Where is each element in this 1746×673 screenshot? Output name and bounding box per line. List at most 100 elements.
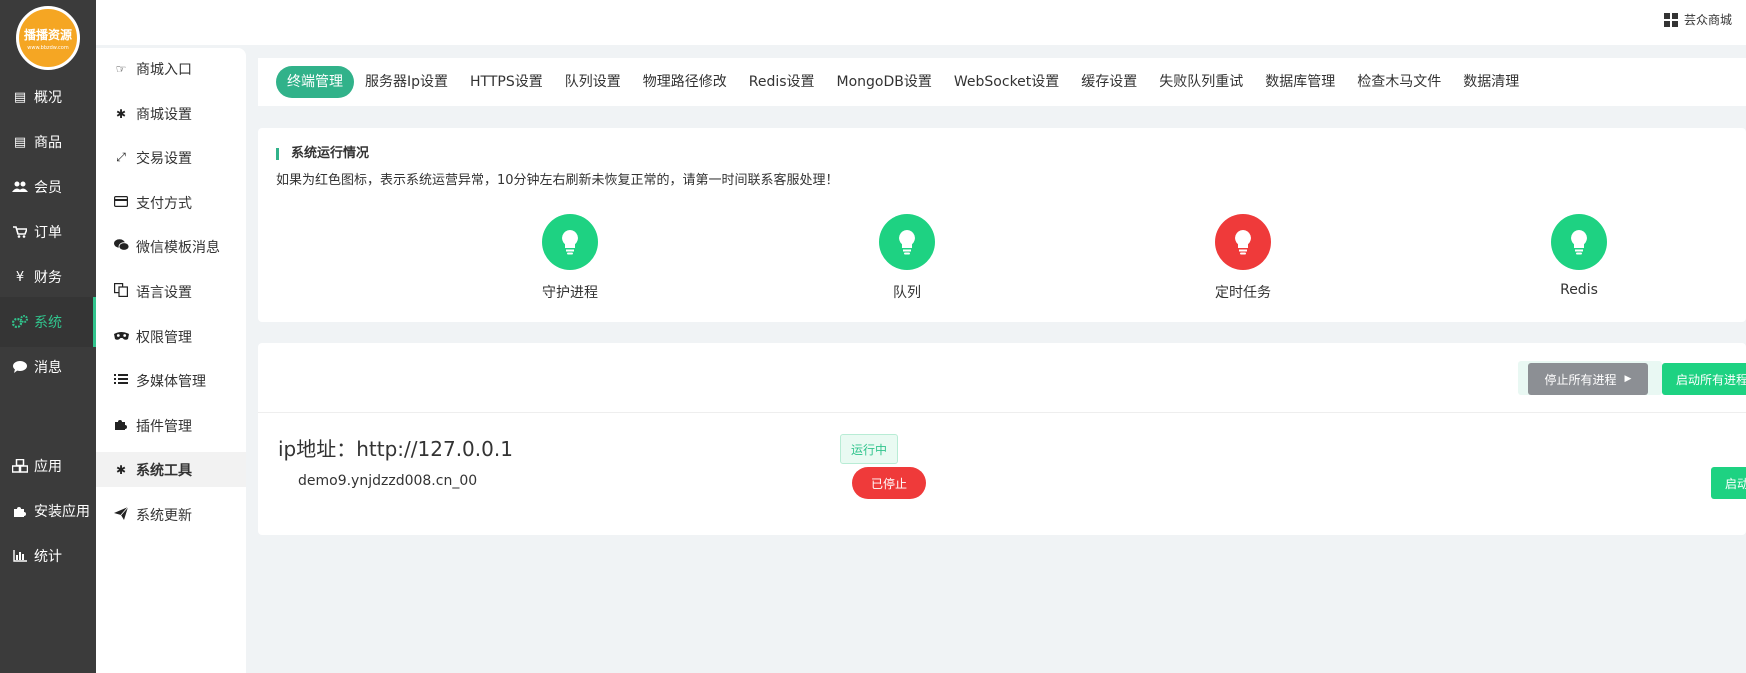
tab-database[interactable]: 数据库管理 <box>1254 66 1346 98</box>
tab-websocket[interactable]: WebSocket设置 <box>943 66 1070 98</box>
top-bar: 芸众商城 <box>96 0 1746 45</box>
compress-icon: ⤢ <box>116 150 126 164</box>
store-switcher[interactable]: 芸众商城 <box>1663 11 1732 28</box>
nav-label: 安装应用 <box>34 504 90 520</box>
ip-address: ip地址：http://127.0.0.1 <box>278 437 513 461</box>
status-cron: 定时任务 <box>1183 214 1303 302</box>
sub-item-label: 权限管理 <box>136 329 192 346</box>
chat-icon <box>12 361 28 373</box>
tab-data-cleanup[interactable]: 数据清理 <box>1452 66 1530 98</box>
nav-label: 订单 <box>34 225 62 241</box>
tab-queue[interactable]: 队列设置 <box>554 66 632 98</box>
logo-subtext: www.bbzdw.com <box>27 44 69 51</box>
puzzle-icon <box>12 504 28 518</box>
start-all-button[interactable]: 启动所有进程 <box>1662 363 1746 395</box>
status-label: Redis <box>1560 282 1598 298</box>
sub-item-system-update[interactable]: 系统更新 <box>96 497 246 532</box>
sub-item-payment[interactable]: 支付方式 <box>96 185 246 220</box>
status-title: 系统运行情况 <box>276 147 369 160</box>
nav-item-statistics[interactable]: 统计 <box>0 531 96 581</box>
nav-label: 系统 <box>34 315 62 331</box>
yen-icon: ¥ <box>15 269 25 285</box>
language-icon <box>114 283 128 300</box>
bar-chart-icon <box>12 550 28 562</box>
tab-terminal[interactable]: 终端管理 <box>276 66 354 98</box>
nav-item-install-apps[interactable]: 安装应用 <box>0 486 96 536</box>
tab-server-ip[interactable]: 服务器Ip设置 <box>354 66 459 98</box>
puzzle-icon <box>114 417 128 434</box>
sub-item-plugins[interactable]: 插件管理 <box>96 408 246 443</box>
nav-label: 商品 <box>34 135 62 151</box>
nav-label: 应用 <box>34 459 62 475</box>
sub-item-label: 商城入口 <box>136 61 192 78</box>
sub-item-label: 微信模板消息 <box>136 239 220 256</box>
sub-item-wechat-template[interactable]: 微信模板消息 <box>96 229 246 264</box>
status-daemon: 守护进程 <box>510 214 630 302</box>
nav-item-orders[interactable]: 订单 <box>0 207 96 257</box>
sub-item-language[interactable]: 语言设置 <box>96 274 246 309</box>
sub-item-permissions[interactable]: 权限管理 <box>96 319 246 354</box>
status-label: 定时任务 <box>1215 285 1271 301</box>
tab-trojan-check[interactable]: 检查木马文件 <box>1346 66 1452 98</box>
sub-item-label: 语言设置 <box>136 284 192 301</box>
main-sidebar: 播播资源 www.bbzdw.com ▤ 概况 ▤ 商品 会员 订单 ¥ 财务 … <box>0 0 96 673</box>
status-label: 队列 <box>893 285 921 301</box>
users-icon <box>12 181 28 193</box>
nav-label: 财务 <box>34 270 62 286</box>
dashboard-icon: ▤ <box>13 89 27 105</box>
hand-pointer-icon: ☞ <box>115 61 127 76</box>
logo-text: 播播资源 <box>23 27 72 42</box>
lightbulb-icon <box>879 214 935 270</box>
tab-cache[interactable]: 缓存设置 <box>1070 66 1148 98</box>
settings-tabs: 终端管理 服务器Ip设置 HTTPS设置 队列设置 物理路径修改 Redis设置… <box>258 58 1746 106</box>
tab-physical-path[interactable]: 物理路径修改 <box>632 66 738 98</box>
caret-right-icon: ▶ <box>1624 374 1632 384</box>
sub-sidebar: ☞ 商城入口 ✱ 商城设置 ⤢ 交易设置 支付方式 微信模板消息 语言设置 权限… <box>96 48 246 673</box>
start-button[interactable]: 启动 <box>1711 467 1746 499</box>
sub-item-store-entry[interactable]: ☞ 商城入口 <box>96 51 246 86</box>
divider <box>258 412 1746 413</box>
sub-item-label: 插件管理 <box>136 418 192 435</box>
list-icon <box>114 373 128 388</box>
stopped-badge[interactable]: 已停止 <box>852 467 926 499</box>
nav-item-messages[interactable]: 消息 <box>0 342 96 392</box>
status-redis: Redis <box>1519 214 1639 298</box>
gear-icon: ✱ <box>115 106 127 121</box>
tab-https[interactable]: HTTPS设置 <box>459 66 554 98</box>
grid-icon <box>1663 12 1678 27</box>
sub-item-label: 系统更新 <box>136 507 192 524</box>
sub-item-trade-settings[interactable]: ⤢ 交易设置 <box>96 140 246 175</box>
tab-failed-queue[interactable]: 失败队列重试 <box>1148 66 1254 98</box>
sub-item-store-settings[interactable]: ✱ 商城设置 <box>96 96 246 131</box>
status-description: 如果为红色图标，表示系统运营异常，10分钟左右刷新未恢复正常的，请第一时间联系客… <box>276 173 839 188</box>
nav-item-finance[interactable]: ¥ 财务 <box>0 252 96 302</box>
cubes-icon <box>12 459 28 473</box>
lightbulb-icon <box>1551 214 1607 270</box>
stop-all-button[interactable]: 停止所有进程 ▶ <box>1528 363 1648 395</box>
nav-item-members[interactable]: 会员 <box>0 162 96 212</box>
running-badge: 运行中 <box>840 434 898 464</box>
gear-icon: ✱ <box>115 462 127 477</box>
nav-item-apps[interactable]: 应用 <box>0 441 96 491</box>
tab-mongodb[interactable]: MongoDB设置 <box>826 66 943 98</box>
nav-item-products[interactable]: ▤ 商品 <box>0 117 96 167</box>
stop-all-label: 停止所有进程 <box>1544 372 1617 387</box>
brand-logo[interactable]: 播播资源 www.bbzdw.com <box>16 6 80 70</box>
nav-item-system[interactable]: 系统 <box>0 297 96 347</box>
gears-icon <box>12 315 28 329</box>
send-icon <box>114 506 129 523</box>
nav-label: 概况 <box>34 90 62 106</box>
sub-item-label: 系统工具 <box>136 462 192 479</box>
tab-redis[interactable]: Redis设置 <box>738 66 826 98</box>
cart-icon <box>12 226 28 238</box>
sub-item-label: 多媒体管理 <box>136 373 206 390</box>
lightbulb-icon <box>1215 214 1271 270</box>
nav-label: 统计 <box>34 549 62 565</box>
process-panel: 停止所有进程 ▶ 启动所有进程 ip地址：http://127.0.0.1 de… <box>258 343 1746 535</box>
nav-item-overview[interactable]: ▤ 概况 <box>0 72 96 122</box>
product-icon: ▤ <box>13 134 27 150</box>
store-label: 芸众商城 <box>1683 13 1732 27</box>
domain-name: demo9.ynjdzzd008.cn_00 <box>298 473 478 489</box>
sub-item-media[interactable]: 多媒体管理 <box>96 363 246 398</box>
sub-item-system-tools[interactable]: ✱ 系统工具 <box>96 452 246 487</box>
